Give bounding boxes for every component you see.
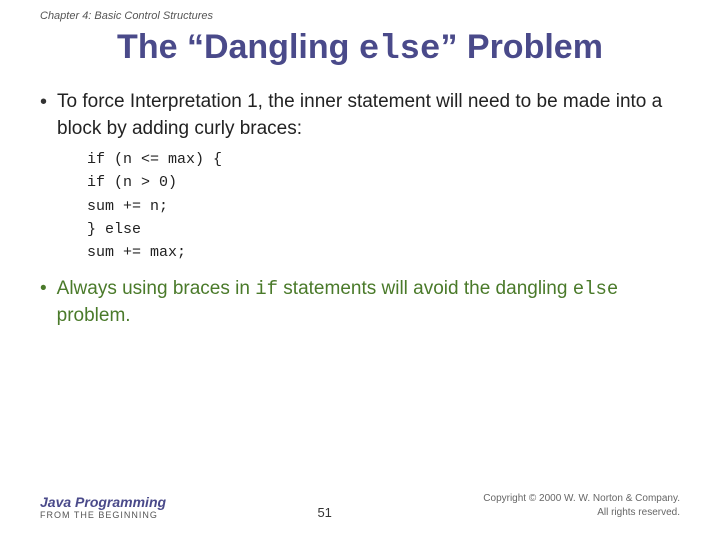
- bullet-1: • To force Interpretation 1, the inner s…: [40, 89, 680, 264]
- bullet2-code2: else: [573, 278, 619, 300]
- chapter-header: Chapter 4: Basic Control Structures: [40, 10, 680, 22]
- code-block: if (n <= max) { if (n > 0) sum += n; } e…: [87, 148, 680, 264]
- title-part2: ” Problem: [440, 28, 602, 66]
- bullet-text-1: To force Interpretation 1, the inner sta…: [57, 91, 662, 139]
- bullet-2: • Always using braces in if statements w…: [40, 276, 680, 329]
- title-code: else: [359, 31, 441, 69]
- bullet-text-2: Always using braces in if statements wil…: [57, 276, 680, 329]
- bullet2-part2: statements will avoid the dangling: [278, 278, 573, 299]
- bullet-dot-1: •: [40, 91, 47, 114]
- bullet-dot-2: •: [40, 278, 47, 300]
- footer-brand-subtitle: FROM THE BEGINNING: [40, 510, 166, 520]
- slide: Chapter 4: Basic Control Structures The …: [0, 0, 720, 540]
- code-line-2: if (n > 0): [87, 171, 680, 194]
- footer-copyright: Copyright © 2000 W. W. Norton & Company.…: [483, 492, 680, 520]
- footer-brand: Java Programming FROM THE BEGINNING: [40, 494, 166, 520]
- code-line-5: sum += max;: [87, 241, 680, 264]
- code-line-4: } else: [87, 218, 680, 241]
- code-line-1: if (n <= max) {: [87, 148, 680, 171]
- bullet2-part1: Always using braces in: [57, 278, 256, 299]
- bullet2-code1: if: [255, 278, 278, 300]
- footer: Java Programming FROM THE BEGINNING 51 C…: [40, 482, 680, 520]
- title-part1: The “Dangling: [117, 28, 359, 66]
- code-line-3: sum += n;: [87, 195, 680, 218]
- bullet2-part3: problem.: [57, 305, 131, 326]
- footer-page-number: 51: [317, 505, 331, 520]
- footer-brand-title: Java Programming: [40, 494, 166, 510]
- slide-title: The “Dangling else” Problem: [40, 28, 680, 69]
- content-area: • To force Interpretation 1, the inner s…: [40, 89, 680, 482]
